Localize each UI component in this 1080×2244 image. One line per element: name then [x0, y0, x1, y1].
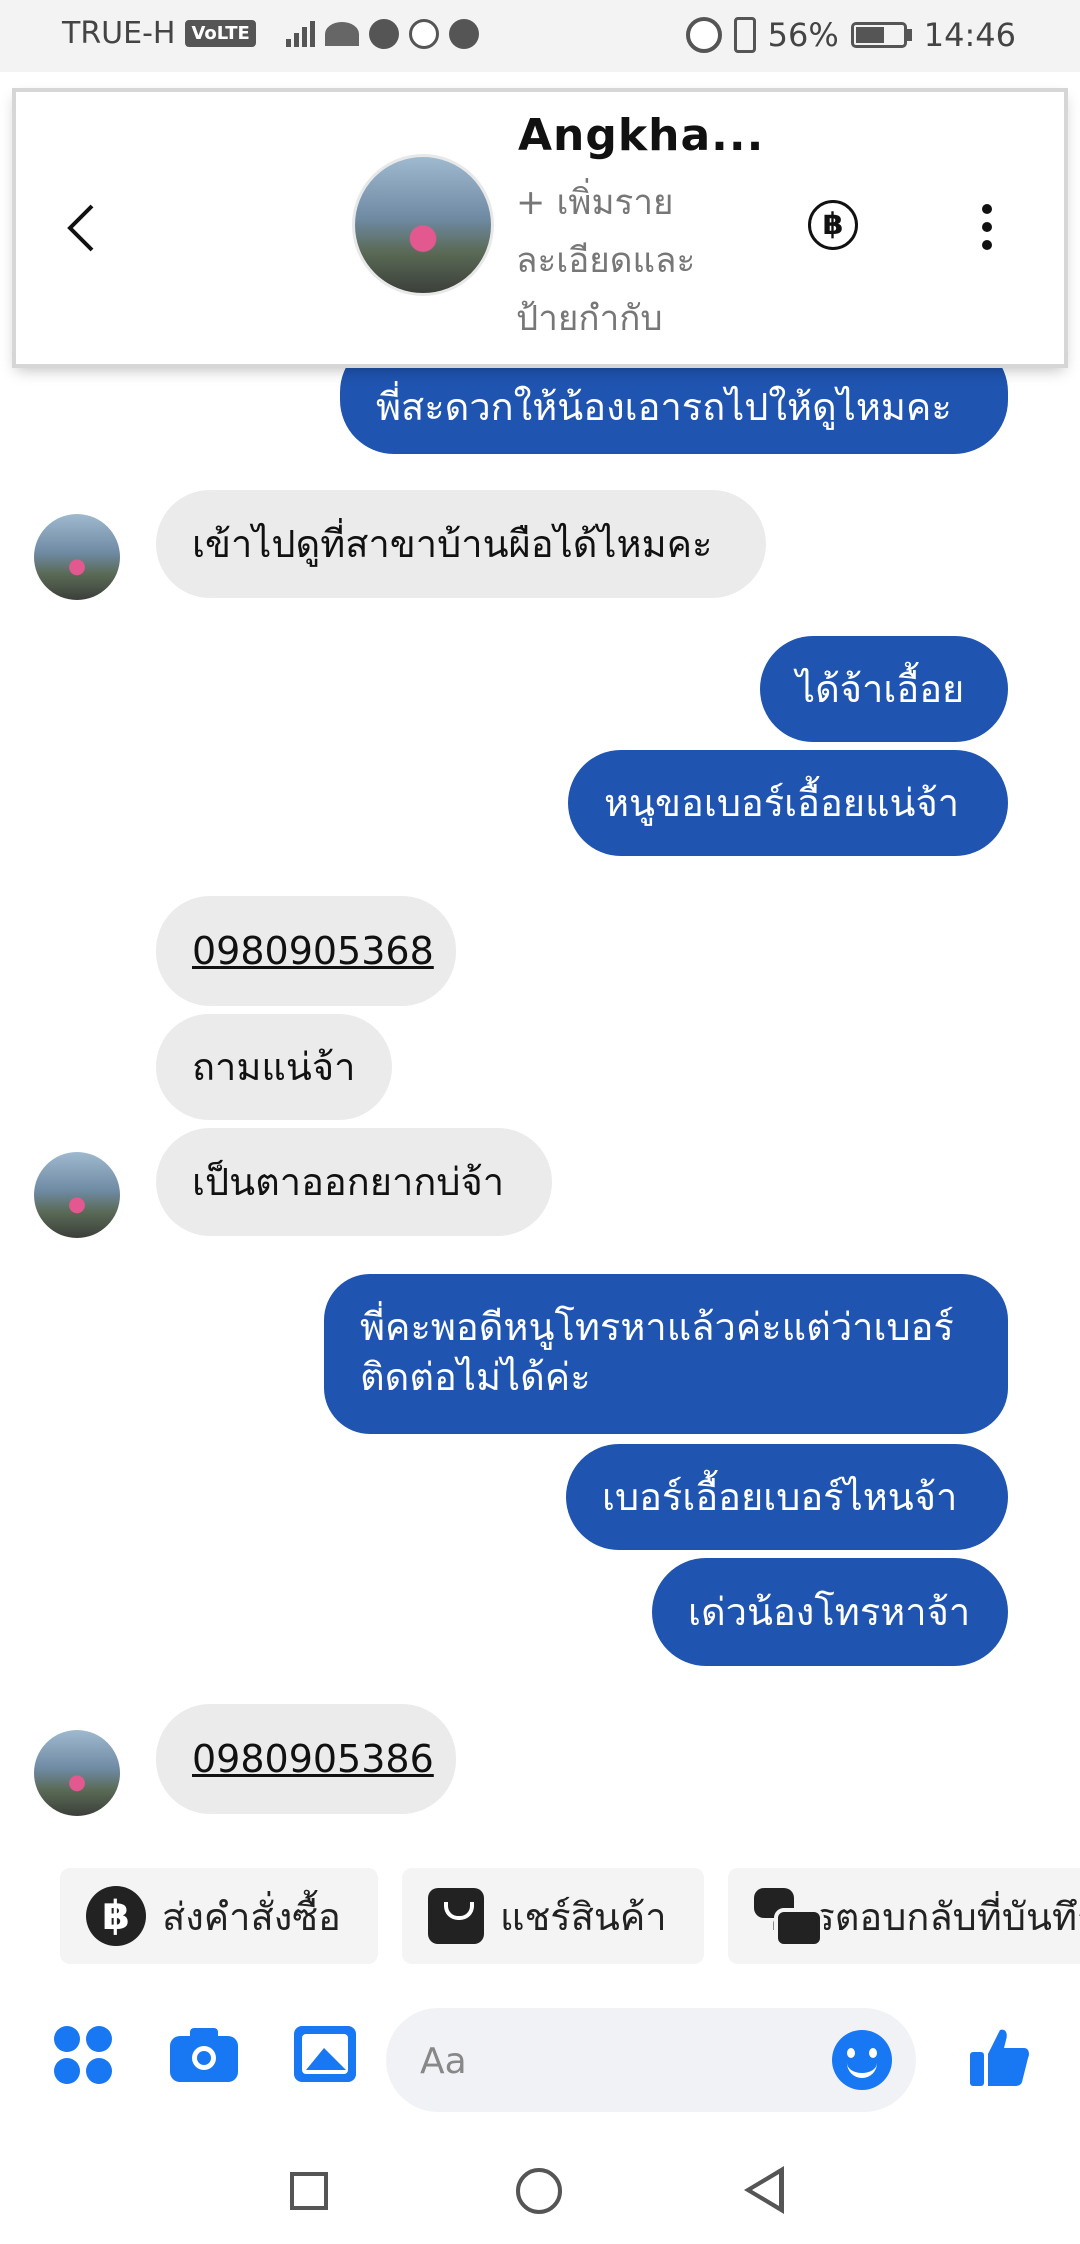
- sender-avatar: [34, 1152, 120, 1238]
- sender-avatar: [34, 514, 120, 600]
- message-text: หนูขอเบอร์เอื้อยแน่จ้า: [604, 781, 960, 825]
- thumbs-up-icon[interactable]: [968, 2026, 1030, 2088]
- message-text: เป็นตาออกยากบ่จ้า: [192, 1160, 505, 1204]
- volte-badge: VoLTE: [185, 20, 256, 47]
- add-details-link[interactable]: + เพิ่มรายละเอียดและป้ายกำกับ: [516, 174, 746, 348]
- message-text-line: พี่คะพอดีหนูโทรหาแล้วค่ะแต่ว่าเบอร์: [360, 1305, 954, 1349]
- message-outgoing: เด่วน้องโทรหาจ้า: [652, 1558, 1008, 1666]
- chip-label: ส่งคำสั่งซื้อ: [162, 1894, 341, 1939]
- share-product-chip[interactable]: แชร์สินค้า: [402, 1868, 704, 1964]
- message-text: เข้าไปดูที่สาขาบ้านผือได้ไหมคะ: [192, 522, 713, 566]
- status-left: TRUE-H VoLTE: [62, 16, 479, 51]
- message-text: เด่วน้องโทรหาจ้า: [688, 1590, 971, 1634]
- camera-icon[interactable]: [170, 2026, 240, 2082]
- gallery-icon[interactable]: [294, 2026, 356, 2082]
- back-arrow-icon[interactable]: [64, 200, 100, 256]
- message-text: ถามแน่จ้า: [192, 1045, 356, 1089]
- message-incoming[interactable]: 0980905386: [156, 1704, 456, 1814]
- message-text: เบอร์เอื้อยเบอร์ไหนจ้า: [602, 1475, 958, 1519]
- messenger-icon: [448, 18, 479, 49]
- status-bar: TRUE-H VoLTE 56% 14:46: [0, 0, 1080, 72]
- messenger-icon: [368, 18, 399, 49]
- recent-apps-icon[interactable]: [290, 2172, 328, 2210]
- wifi-icon: [324, 21, 359, 46]
- contact-avatar[interactable]: [352, 154, 494, 296]
- message-incoming: เป็นตาออกยากบ่จ้า: [156, 1128, 552, 1236]
- clock: 14:46: [923, 16, 1016, 54]
- message-outgoing: หนูขอเบอร์เอื้อยแน่จ้า: [568, 750, 1008, 856]
- phone-number-link[interactable]: 0980905368: [192, 929, 434, 973]
- message-incoming: เข้าไปดูที่สาขาบ้านผือได้ไหมคะ: [156, 490, 766, 598]
- message-outgoing: ได้จ้าเอื้อย: [760, 636, 1008, 742]
- more-actions-icon[interactable]: [54, 2026, 114, 2086]
- message-text-line: ติดต่อไม่ได้ค่ะ: [360, 1355, 591, 1399]
- send-order-chip[interactable]: ฿ ส่งคำสั่งซื้อ: [60, 1868, 378, 1964]
- system-nav-bar: [0, 2140, 1080, 2244]
- message-outgoing: พี่คะพอดีหนูโทรหาแล้วค่ะแต่ว่าเบอร์ ติดต…: [324, 1274, 1008, 1434]
- saved-replies-chip[interactable]: การตอบกลับที่บันทึกไว้: [728, 1868, 1080, 1964]
- contact-name[interactable]: Angkha...: [518, 110, 764, 161]
- conversation-header: Angkha... + เพิ่มรายละเอียดและป้ายกำกับ …: [16, 92, 1064, 364]
- message-text: ได้จ้าเอื้อย: [796, 667, 965, 711]
- message-incoming: ถามแน่จ้า: [156, 1014, 392, 1120]
- message-incoming[interactable]: 0980905368: [156, 896, 456, 1006]
- status-right: 56% 14:46: [685, 16, 1016, 54]
- sender-avatar: [34, 1730, 120, 1816]
- signal-icon: [285, 20, 315, 47]
- carrier-label: TRUE-H: [62, 16, 176, 51]
- composer-bar: [0, 2000, 1080, 2120]
- play-icon: [408, 18, 439, 49]
- message-text: พี่สะดวกให้น้องเอารถไปให้ดูไหมคะ: [376, 385, 952, 429]
- baht-icon: ฿: [86, 1886, 146, 1946]
- back-icon[interactable]: [744, 2166, 784, 2214]
- send-order-icon[interactable]: ฿: [808, 200, 858, 250]
- vibrate-icon: [733, 17, 756, 53]
- emoji-icon[interactable]: [832, 2030, 892, 2090]
- alarm-icon: [685, 17, 722, 53]
- battery-tip: [906, 29, 912, 41]
- phone-number-link[interactable]: 0980905386: [192, 1737, 434, 1781]
- message-input-field[interactable]: [386, 2008, 916, 2112]
- home-icon[interactable]: [516, 2168, 562, 2214]
- battery-icon: [850, 22, 907, 48]
- message-input[interactable]: [418, 2030, 802, 2092]
- more-options-icon[interactable]: [982, 204, 992, 258]
- chip-label: แชร์สินค้า: [500, 1894, 667, 1939]
- shopping-bag-icon: [428, 1888, 484, 1944]
- battery-percent: 56%: [767, 16, 839, 54]
- message-outgoing: เบอร์เอื้อยเบอร์ไหนจ้า: [566, 1444, 1008, 1550]
